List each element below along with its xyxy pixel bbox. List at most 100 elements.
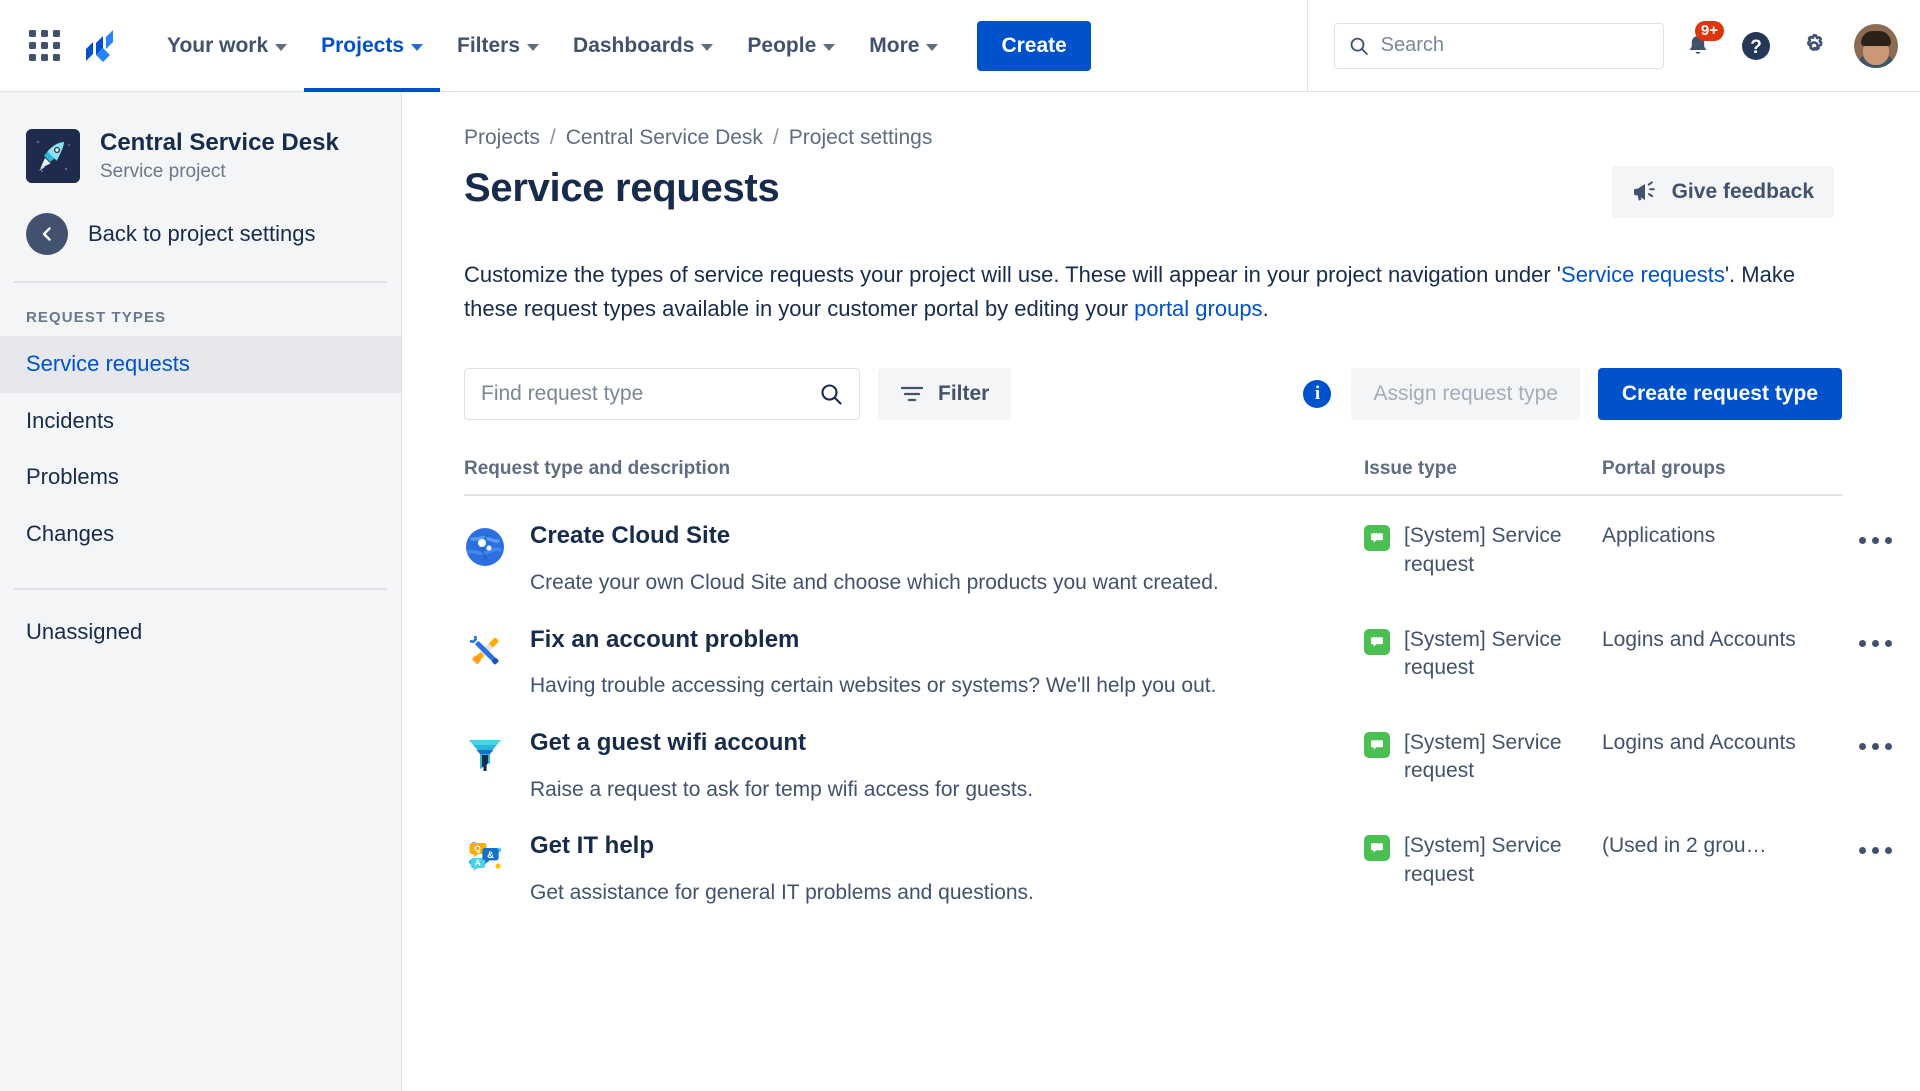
issue-type-cell: [System] Service request [1364, 729, 1602, 806]
issue-type-label: [System] Service request [1404, 524, 1562, 576]
row-actions-cell [1852, 626, 1898, 703]
nav-item-projects[interactable]: Projects [304, 0, 440, 92]
give-feedback-button[interactable]: Give feedback [1611, 166, 1834, 218]
global-search-box[interactable] [1334, 22, 1664, 69]
app-switcher-button[interactable] [16, 18, 72, 74]
table-row[interactable]: Q A & Get IT help Get assistance for gen… [464, 806, 1892, 909]
sidebar-item-changes[interactable]: Changes [0, 506, 401, 563]
notifications-button[interactable]: 9+ [1674, 20, 1724, 70]
column-header-portal-groups: Portal groups [1602, 458, 1726, 480]
request-type-description: Get assistance for general IT problems a… [530, 881, 1034, 905]
nav-item-more[interactable]: More [852, 0, 955, 92]
project-name: Central Service Desk [100, 129, 339, 156]
request-type-text: Get a guest wifi account Raise a request… [530, 729, 1033, 806]
settings-button[interactable] [1790, 22, 1838, 70]
project-header[interactable]: Central Service Desk Service project [0, 122, 401, 183]
nav-item-your-work[interactable]: Your work [150, 0, 304, 92]
sidebar-item-label: Unassigned [26, 619, 143, 645]
description-part-1: Customize the types of service requests … [464, 262, 1562, 287]
sidebar-divider-bottom [14, 588, 387, 591]
breadcrumb-projects[interactable]: Projects [464, 126, 540, 150]
service-requests-link[interactable]: Service requests [1561, 262, 1725, 287]
portal-groups-cell: Applications [1602, 524, 1716, 548]
avatar-hair [1861, 30, 1891, 46]
nav-item-label: Your work [167, 33, 269, 57]
tools-icon [464, 630, 506, 672]
create-request-type-button[interactable]: Create request type [1597, 368, 1842, 421]
back-label: Back to project settings [88, 221, 316, 246]
jira-logo-icon[interactable] [72, 18, 126, 74]
find-request-type-input[interactable] [481, 382, 819, 407]
help-button[interactable]: ? [1732, 22, 1780, 70]
table-row[interactable]: Create Cloud Site Create your own Cloud … [464, 496, 1892, 599]
gear-icon [1807, 33, 1823, 51]
filter-label: Filter [938, 382, 990, 406]
svg-text:A: A [475, 859, 481, 868]
avatar[interactable] [1854, 23, 1898, 68]
table-row[interactable]: Get a guest wifi account Raise a request… [464, 703, 1892, 806]
nav-item-label: More [869, 33, 920, 57]
service-request-icon [1364, 628, 1390, 655]
request-type-name[interactable]: Get a guest wifi account [530, 729, 1033, 758]
megaphone-icon [1633, 181, 1655, 201]
create-button[interactable]: Create [977, 20, 1091, 71]
request-type-cell: Fix an account problem Having trouble ac… [464, 626, 1364, 703]
portal-groups-link[interactable]: portal groups [1134, 296, 1262, 321]
sidebar-item-label: Service requests [26, 351, 190, 376]
filter-button[interactable]: Filter [878, 368, 1012, 421]
main-content: Projects / Central Service Desk / Projec… [402, 92, 1920, 1091]
search-input[interactable] [1380, 34, 1649, 57]
page-shell: Central Service Desk Service project Bac… [0, 92, 1920, 1091]
more-actions-button[interactable] [1852, 522, 1898, 558]
back-to-project-settings[interactable]: Back to project settings [0, 183, 401, 255]
nav-item-label: Dashboards [573, 33, 695, 57]
title-row: Service requests Give feedback [464, 166, 1904, 218]
table-row[interactable]: Fix an account problem Having trouble ac… [464, 600, 1892, 703]
svg-text:&: & [487, 850, 494, 861]
request-type-name[interactable]: Fix an account problem [530, 626, 1216, 655]
project-header-text: Central Service Desk Service project [100, 128, 339, 183]
chevron-down-icon [926, 43, 939, 51]
issue-type-label: [System] Service request [1404, 627, 1562, 679]
sidebar-item-service-requests[interactable]: Service requests [0, 336, 401, 393]
toolbar-right: i Assign request type Create request typ… [1303, 368, 1904, 421]
column-header-issue-type: Issue type [1364, 458, 1457, 480]
more-actions-button[interactable] [1852, 626, 1898, 662]
chevron-down-icon [823, 43, 836, 51]
request-type-description: Having trouble accessing certain website… [530, 674, 1217, 698]
page-description: Customize the types of service requests … [464, 258, 1854, 326]
top-nav-left: Your work Projects Filters Dashboards Pe… [0, 0, 1091, 92]
search-icon [1350, 37, 1368, 55]
more-actions-button[interactable] [1852, 832, 1898, 868]
find-request-type-box[interactable] [464, 368, 860, 421]
nav-item-people[interactable]: People [730, 0, 852, 92]
more-actions-button[interactable] [1852, 729, 1898, 765]
sidebar-item-unassigned[interactable]: Unassigned [0, 604, 401, 661]
issue-type-cell: [System] Service request [1364, 522, 1602, 599]
project-type: Service project [100, 161, 226, 182]
nav-item-filters[interactable]: Filters [440, 0, 556, 92]
main-inner: Projects / Central Service Desk / Projec… [464, 126, 1904, 910]
breadcrumb-project-settings[interactable]: Project settings [789, 126, 933, 150]
chevron-down-icon [527, 43, 540, 51]
breadcrumb-central-service-desk[interactable]: Central Service Desk [566, 126, 763, 150]
project-sidebar: Central Service Desk Service project Bac… [0, 92, 402, 1091]
qa-bubbles-icon: Q A & [464, 836, 506, 878]
sidebar-item-incidents[interactable]: Incidents [0, 393, 401, 450]
info-icon[interactable]: i [1303, 380, 1332, 409]
nav-item-label: People [747, 33, 817, 57]
svg-text:Q: Q [474, 844, 481, 854]
sidebar-item-problems[interactable]: Problems [0, 449, 401, 506]
assign-request-type-button[interactable]: Assign request type [1351, 368, 1580, 421]
request-type-name[interactable]: Get IT help [530, 832, 1034, 861]
page-title: Service requests [464, 166, 780, 210]
issue-type-cell: [System] Service request [1364, 626, 1602, 703]
notification-badge: 9+ [1694, 20, 1724, 41]
service-request-icon [1364, 731, 1390, 758]
request-type-name[interactable]: Create Cloud Site [530, 522, 1219, 551]
nav-item-dashboards[interactable]: Dashboards [556, 0, 730, 92]
top-nav-right: 9+ ? [1307, 0, 1920, 91]
request-type-text: Create Cloud Site Create your own Cloud … [530, 522, 1219, 599]
primary-nav-items: Your work Projects Filters Dashboards Pe… [150, 0, 955, 92]
issue-type-label: [System] Service request [1404, 834, 1562, 886]
